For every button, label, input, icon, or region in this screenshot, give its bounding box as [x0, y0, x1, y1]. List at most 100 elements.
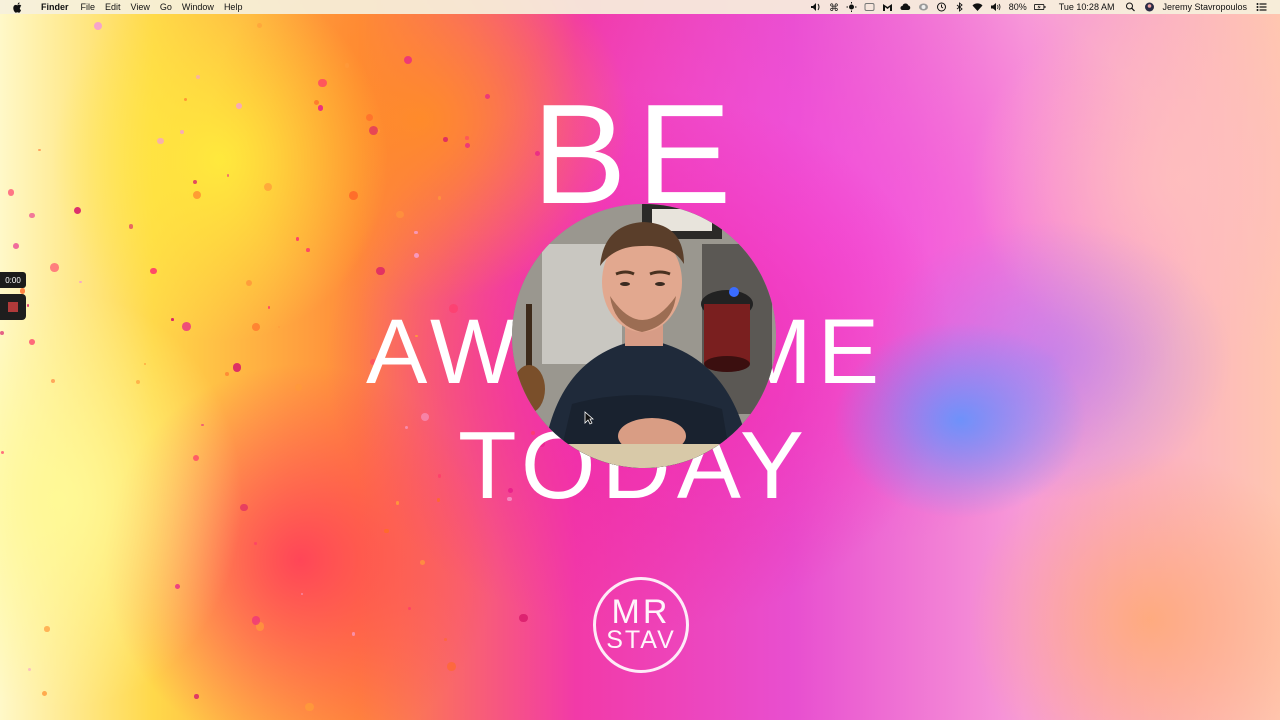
- paint-speck: [181, 322, 191, 332]
- paint-speck: [365, 113, 373, 122]
- paint-speck: [50, 378, 56, 384]
- bluetooth-icon[interactable]: [954, 2, 966, 12]
- battery-percent[interactable]: 80%: [1005, 0, 1031, 14]
- paint-speck: [344, 63, 349, 68]
- paint-speck: [484, 93, 490, 100]
- paint-speck: [396, 210, 404, 219]
- paint-speck: [351, 631, 356, 636]
- malwarebytes-icon[interactable]: [882, 2, 894, 12]
- paint-speck: [420, 559, 426, 565]
- paint-speck: [376, 266, 385, 275]
- toggle-icon[interactable]: [918, 2, 930, 12]
- paint-speck: [318, 78, 327, 87]
- logo-line-1: MR: [611, 593, 671, 631]
- paint-speck: [407, 607, 411, 611]
- volume-icon[interactable]: [990, 2, 1002, 12]
- paint-speck: [253, 542, 257, 546]
- paint-speck: [29, 339, 36, 346]
- paint-speck: [437, 473, 442, 478]
- paint-speck: [50, 263, 59, 272]
- menu-go[interactable]: Go: [155, 0, 177, 14]
- paint-speck: [404, 55, 413, 64]
- logo-line-2: STAV: [606, 626, 676, 654]
- user-avatar-icon[interactable]: [1143, 2, 1155, 12]
- paint-speck: [38, 148, 41, 152]
- paint-speck: [306, 247, 310, 252]
- paint-speck: [196, 74, 201, 80]
- paint-speck: [43, 626, 50, 632]
- paint-speck: [170, 318, 174, 322]
- screen-icon[interactable]: [864, 2, 876, 12]
- paint-speck: [420, 413, 429, 422]
- paint-speck: [42, 691, 48, 697]
- paint-speck: [295, 383, 303, 391]
- command-icon[interactable]: ⌘: [828, 2, 840, 12]
- paint-speck: [447, 662, 457, 671]
- paint-speck: [28, 667, 32, 672]
- menu-file[interactable]: File: [76, 0, 101, 14]
- paint-speck: [464, 143, 470, 148]
- paint-speck: [465, 136, 469, 140]
- time-machine-icon[interactable]: [936, 2, 948, 12]
- menu-window[interactable]: Window: [177, 0, 219, 14]
- notification-center-icon[interactable]: [1255, 2, 1267, 12]
- paint-speck: [225, 371, 229, 376]
- paint-speck: [29, 212, 35, 219]
- menu-app-finder[interactable]: Finder: [36, 0, 74, 14]
- paint-speck: [201, 424, 204, 427]
- paint-speck: [305, 703, 314, 712]
- menu-clock[interactable]: Tue 10:28 AM: [1055, 0, 1119, 14]
- paint-speck: [0, 330, 4, 335]
- paint-speck: [179, 129, 185, 135]
- brightness-icon[interactable]: [846, 2, 858, 12]
- paint-speck: [73, 206, 81, 214]
- menu-help[interactable]: Help: [219, 0, 248, 14]
- paint-speck: [251, 616, 261, 625]
- paint-speck: [128, 224, 134, 229]
- paint-speck: [143, 362, 147, 366]
- webcam-feed-image: [512, 204, 776, 468]
- svg-text:⌘: ⌘: [829, 3, 839, 12]
- menu-bar: Finder File Edit View Go Window Help ⌘ 8…: [0, 0, 1280, 14]
- paint-speck: [384, 528, 389, 534]
- cloud-icon[interactable]: [900, 2, 912, 12]
- paint-speck: [26, 304, 30, 308]
- apple-menu-icon[interactable]: [13, 2, 25, 13]
- paint-speck: [193, 179, 198, 184]
- stop-icon: [8, 302, 18, 312]
- webcam-overlay[interactable]: [512, 204, 776, 468]
- user-name[interactable]: Jeremy Stavropoulos: [1158, 0, 1251, 14]
- menu-view[interactable]: View: [126, 0, 155, 14]
- paint-speck: [192, 191, 202, 200]
- paint-speck: [442, 137, 448, 142]
- stop-recording-button[interactable]: [0, 294, 26, 320]
- paint-speck: [414, 230, 418, 235]
- wifi-icon[interactable]: [972, 2, 984, 12]
- paint-speck: [150, 267, 157, 275]
- paint-speck: [194, 694, 199, 699]
- paint-speck: [267, 306, 271, 309]
- paint-speck: [7, 189, 15, 197]
- paint-speck: [0, 450, 4, 454]
- paint-speck: [174, 583, 180, 589]
- spotlight-icon[interactable]: [1124, 2, 1136, 12]
- paint-speck: [395, 501, 400, 505]
- paint-speck: [193, 455, 200, 462]
- paint-speck: [413, 253, 419, 259]
- paint-speck: [232, 363, 241, 372]
- paint-speck: [263, 182, 272, 192]
- paint-speck: [300, 593, 303, 596]
- paint-speck: [79, 280, 82, 284]
- paint-speck: [236, 102, 242, 109]
- mouse-cursor-icon: [584, 411, 594, 425]
- audio-hijack-icon[interactable]: [810, 2, 822, 12]
- paint-speck: [437, 196, 442, 201]
- paint-speck: [252, 323, 261, 331]
- battery-icon[interactable]: [1033, 2, 1046, 12]
- paint-speck: [184, 97, 188, 101]
- paint-speck: [13, 243, 20, 250]
- menu-edit[interactable]: Edit: [100, 0, 126, 14]
- paint-speck: [348, 191, 358, 200]
- recording-timer: 0:00: [0, 272, 26, 288]
- paint-speck: [278, 325, 281, 328]
